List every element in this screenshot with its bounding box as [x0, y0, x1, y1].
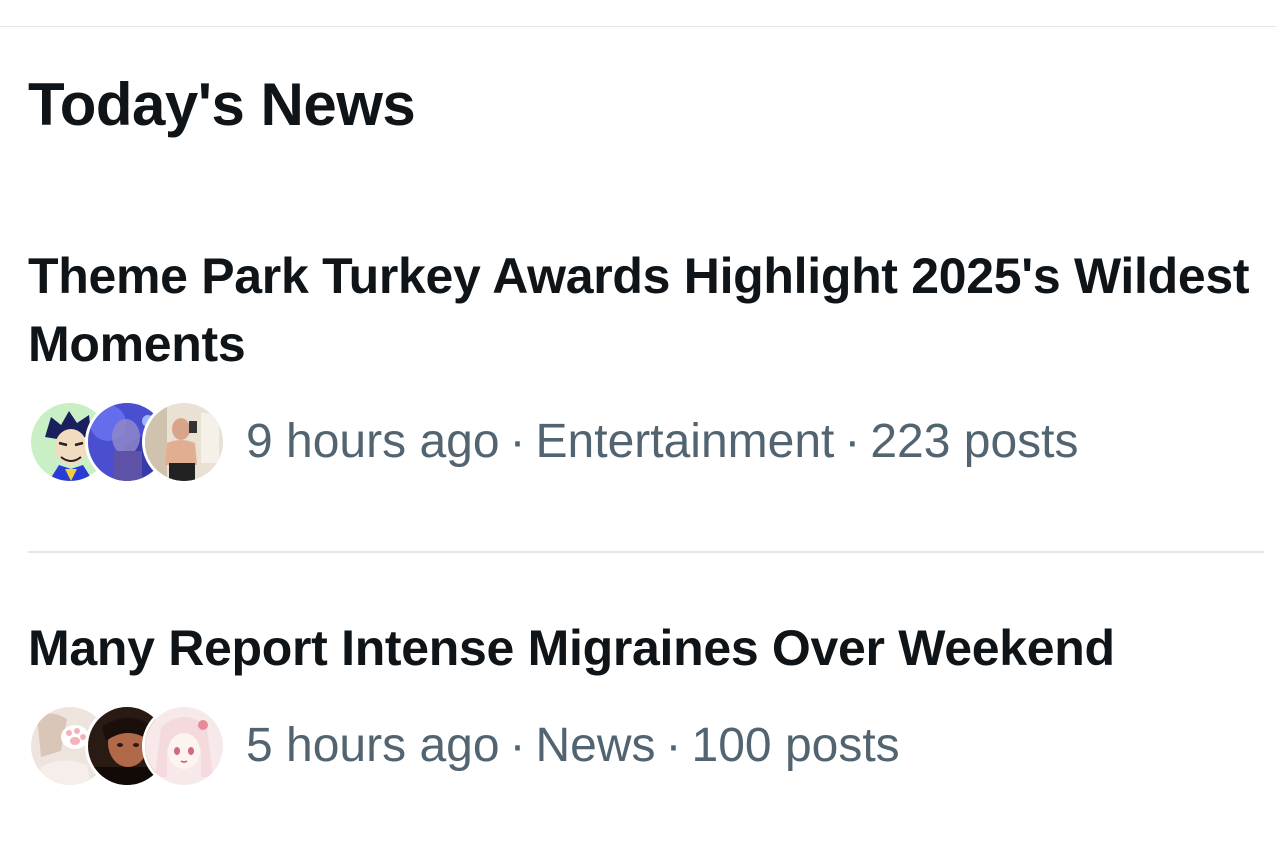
avatar-stack: [28, 400, 226, 484]
section-title: Today's News: [28, 71, 416, 138]
news-post-count: 223 posts: [870, 415, 1079, 468]
avatar: [142, 704, 226, 788]
avatar-stack: [28, 704, 226, 788]
separator-dot: ·: [844, 415, 861, 468]
news-post-count: 100 posts: [691, 719, 900, 772]
explore-news-panel: Today's News Theme Park Turkey Awards Hi…: [0, 0, 1276, 850]
news-headline[interactable]: Theme Park Turkey Awards Highlight 2025'…: [28, 242, 1264, 378]
top-divider: [0, 26, 1276, 27]
separator-dot: ·: [509, 719, 526, 772]
news-category: News: [535, 719, 656, 772]
anime-girl-avatar-icon: [145, 707, 223, 785]
mirror-selfie-avatar-icon: [145, 403, 223, 481]
news-category: Entertainment: [535, 415, 835, 468]
news-meta: 9 hours ago · Entertainment · 223 posts: [28, 400, 1264, 484]
news-item[interactable]: Many Report Intense Migraines Over Weeke…: [28, 614, 1264, 814]
news-time: 9 hours ago: [246, 415, 500, 468]
separator-dot: ·: [509, 415, 526, 468]
avatar: [142, 400, 226, 484]
news-time: 5 hours ago: [246, 719, 500, 772]
news-meta-text: 5 hours ago · News · 100 posts: [246, 716, 900, 776]
news-item[interactable]: Theme Park Turkey Awards Highlight 2025'…: [28, 242, 1264, 502]
news-meta-text: 9 hours ago · Entertainment · 223 posts: [246, 412, 1078, 472]
news-meta: 5 hours ago · News · 100 posts: [28, 704, 1264, 788]
news-headline[interactable]: Many Report Intense Migraines Over Weeke…: [28, 614, 1264, 682]
separator-dot: ·: [665, 719, 682, 772]
item-divider: [28, 551, 1264, 553]
